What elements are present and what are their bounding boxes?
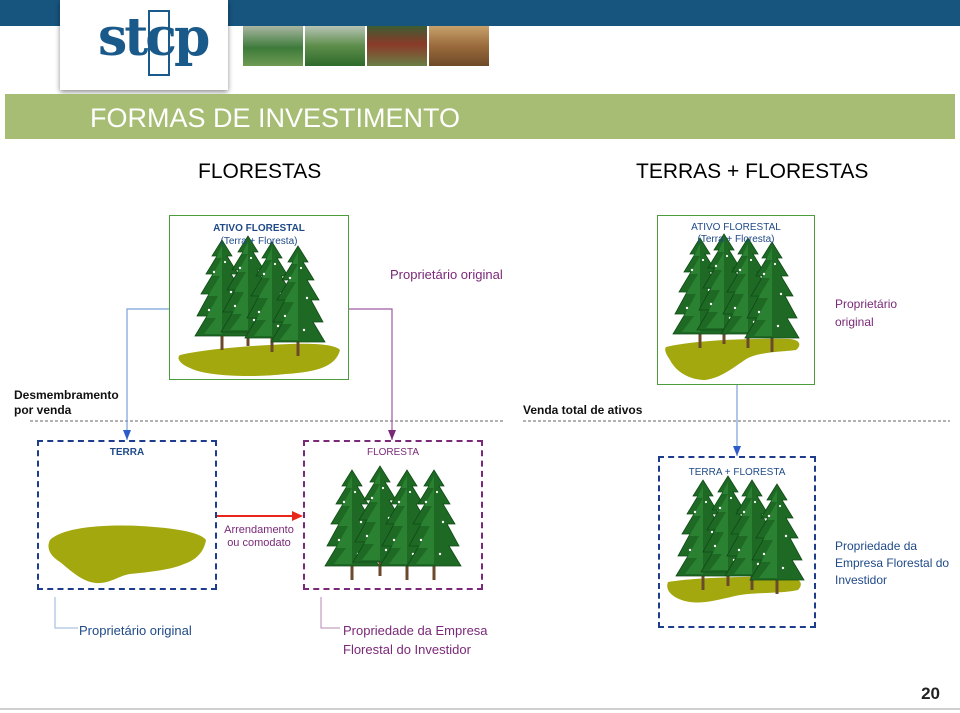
owner-label-right-1: Proprietário: [835, 297, 898, 311]
result-owner-1: Propriedade da: [835, 539, 918, 553]
asset-label-left-1: ATIVO FLORESTAL: [213, 223, 305, 234]
result-owner-3: Investidor: [835, 573, 888, 587]
land-shape-left: [178, 343, 340, 376]
land-shape-terra: [48, 525, 206, 584]
land-shape-right: [665, 338, 800, 380]
asset-label-right-2: (Terra + Floresta): [697, 234, 775, 245]
connector-to-terra: [126, 308, 169, 440]
owner-label-right-2: original: [835, 315, 874, 329]
sale-label: Venda total de ativos: [523, 403, 643, 417]
terra-owner-label: Proprietário original: [79, 623, 192, 638]
floresta-owner-label-1: Propriedade da Empresa: [343, 623, 488, 638]
page-number: 20: [921, 684, 940, 703]
lease-label-2: ou comodato: [227, 537, 291, 549]
connector-to-floresta: [349, 308, 393, 440]
asset-label-left-2: (Terra + Floresta): [220, 236, 298, 247]
result-label: TERRA + FLORESTA: [688, 467, 786, 478]
diagram-graphics: [30, 233, 950, 629]
result-owner-2: Empresa Florestal do: [835, 556, 950, 570]
split-label-1: Desmembramento: [14, 388, 119, 402]
split-label-2: por venda: [14, 403, 72, 417]
floresta-owner-label-2: Florestal do Investidor: [343, 642, 471, 657]
owner-bracket-floresta: [320, 597, 340, 629]
asset-label-right-1: ATIVO FLORESTAL: [691, 222, 781, 233]
bottom-rule: [0, 708, 960, 710]
lease-label-1: Arrendamento: [224, 524, 294, 536]
terra-label: TERRA: [109, 447, 145, 458]
land-shape-result: [667, 576, 801, 603]
owner-bracket-terra: [54, 597, 78, 629]
owner-label-left: Proprietário original: [390, 267, 503, 282]
floresta-label: FLORESTA: [366, 447, 420, 458]
